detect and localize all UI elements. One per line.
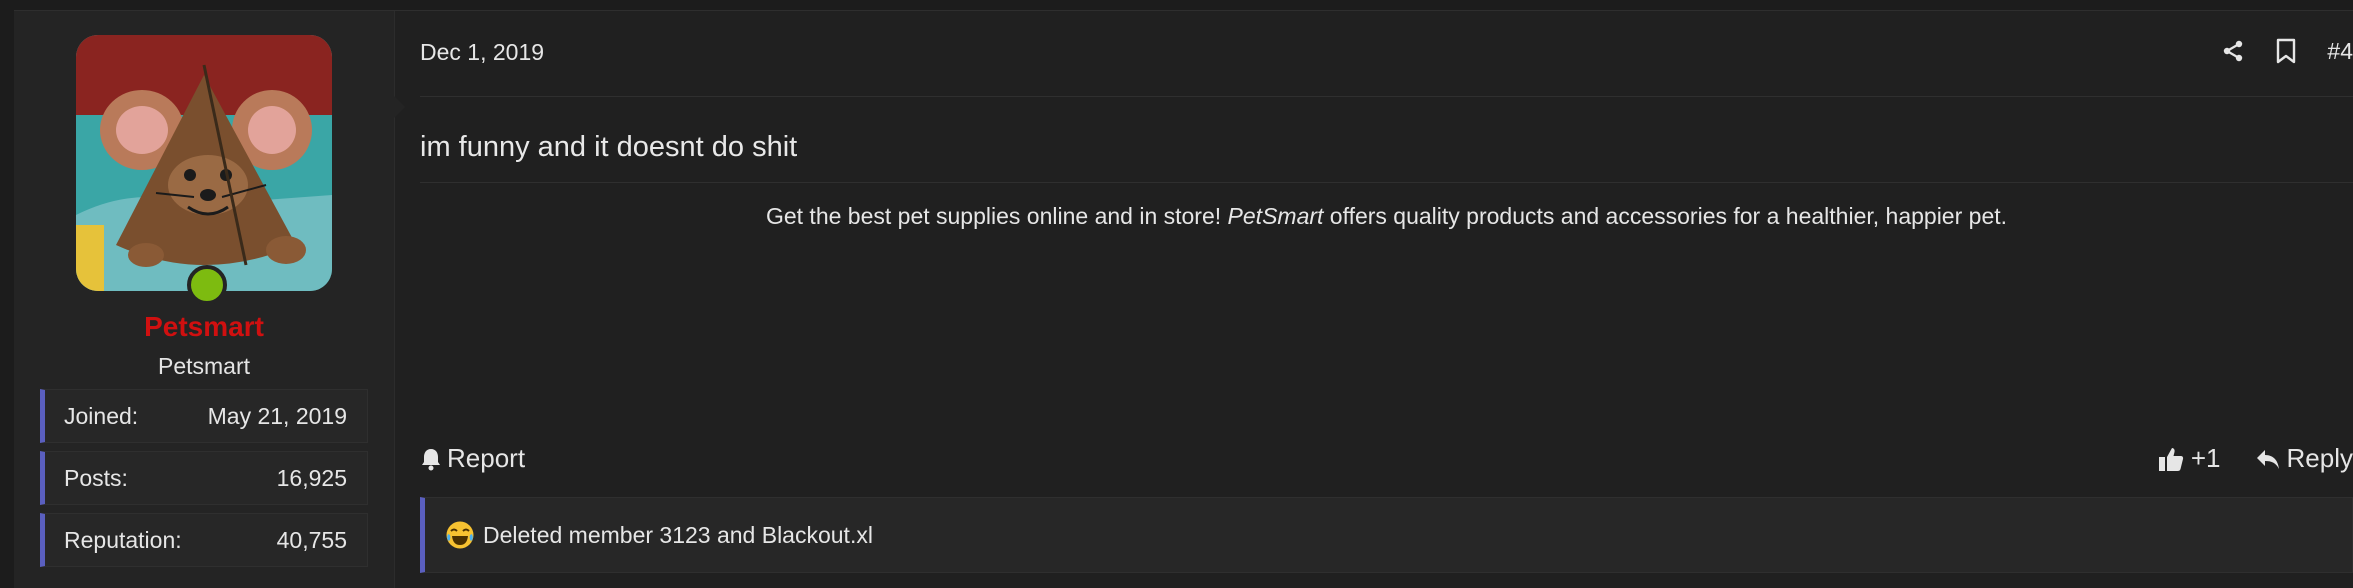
share-button[interactable] bbox=[2221, 39, 2245, 63]
stat-joined: Joined: May 21, 2019 bbox=[40, 389, 368, 443]
reply-button[interactable]: Reply bbox=[2255, 443, 2353, 474]
bookmark-icon bbox=[2277, 38, 2296, 64]
reply-arrow-icon bbox=[2256, 449, 2279, 469]
signature-text-before: Get the best pet supplies online and in … bbox=[765, 203, 1228, 229]
laughing-emoji-icon bbox=[445, 520, 475, 550]
thumbs-up-icon bbox=[2158, 447, 2183, 471]
reactions-text: Deleted member 3123 and Blackout.xl bbox=[483, 521, 873, 548]
username[interactable]: Petsmart bbox=[14, 311, 394, 343]
signature-text-after: offers quality products and accessories … bbox=[1323, 203, 2008, 229]
report-button[interactable]: Report bbox=[420, 443, 525, 474]
stat-value: 16,925 bbox=[276, 464, 347, 491]
user-panel: Petsmart Petsmart Joined: May 21, 2019 P… bbox=[14, 11, 395, 588]
user-title: Petsmart bbox=[157, 353, 251, 379]
share-icon bbox=[2224, 40, 2243, 62]
stat-reputation: Reputation: 40,755 bbox=[40, 513, 368, 567]
reply-label: Reply bbox=[2286, 443, 2353, 473]
post-date[interactable]: Dec 1, 2019 bbox=[420, 39, 544, 66]
post-message: im funny and it doesnt do shit bbox=[420, 131, 798, 163]
report-label: Report bbox=[447, 443, 526, 473]
react-button[interactable]: +1 bbox=[2157, 443, 2221, 474]
stat-label: Reputation: bbox=[64, 526, 182, 553]
post-footer-actions: +1 Reply bbox=[2123, 443, 2353, 474]
post-arrow bbox=[393, 95, 405, 119]
divider bbox=[420, 96, 2353, 97]
signature-brand: PetSmart bbox=[1227, 203, 1324, 229]
online-status-indicator bbox=[187, 265, 227, 305]
bookmark-button[interactable] bbox=[2275, 38, 2297, 64]
stat-label: Posts: bbox=[64, 464, 128, 491]
avatar[interactable] bbox=[76, 35, 332, 291]
stat-label: Joined: bbox=[64, 402, 139, 429]
stat-posts: Posts: 16,925 bbox=[40, 451, 368, 505]
post-header-actions: #4 bbox=[2191, 33, 2353, 69]
react-label: +1 bbox=[2190, 443, 2221, 473]
signature: Get the best pet supplies online and in … bbox=[420, 203, 2353, 230]
stat-value: May 21, 2019 bbox=[207, 402, 347, 429]
stat-value: 40,755 bbox=[276, 526, 347, 553]
avatar-image bbox=[76, 35, 332, 291]
avatar-wrapper bbox=[76, 35, 332, 305]
post-container: Petsmart Petsmart Joined: May 21, 2019 P… bbox=[14, 10, 2353, 588]
bell-icon bbox=[422, 448, 440, 470]
signature-divider bbox=[420, 182, 2353, 183]
reactions-bar[interactable]: Deleted member 3123 and Blackout.xl bbox=[420, 497, 2353, 573]
post-main: Dec 1, 2019 #4 im funny and it doesnt do… bbox=[393, 11, 2353, 588]
post-number-link[interactable]: #4 bbox=[2327, 38, 2353, 65]
